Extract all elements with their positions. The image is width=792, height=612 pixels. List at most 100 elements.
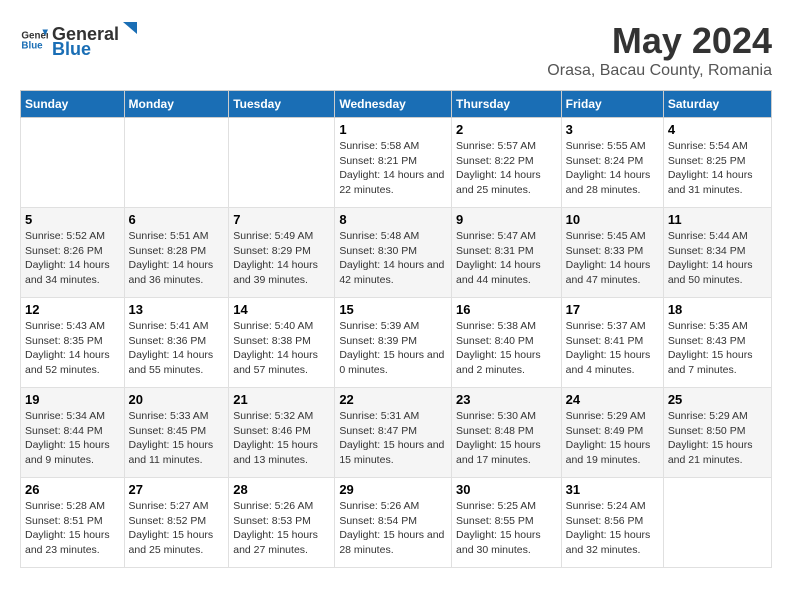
calendar-cell: 10Sunrise: 5:45 AMSunset: 8:33 PMDayligh…	[561, 208, 663, 298]
calendar-week-row: 1Sunrise: 5:58 AMSunset: 8:21 PMDaylight…	[21, 118, 772, 208]
day-info: Sunrise: 5:33 AMSunset: 8:45 PMDaylight:…	[129, 409, 225, 468]
day-info: Sunrise: 5:58 AMSunset: 8:21 PMDaylight:…	[339, 139, 447, 198]
calendar-cell: 4Sunrise: 5:54 AMSunset: 8:25 PMDaylight…	[663, 118, 771, 208]
day-info: Sunrise: 5:24 AMSunset: 8:56 PMDaylight:…	[566, 499, 659, 558]
calendar-cell: 11 Sunrise: 5:44 AMSunset: 8:34 PMDayligh…	[663, 208, 771, 298]
day-number: 9	[456, 212, 557, 227]
day-number: 23	[456, 392, 557, 407]
title-area: May 2024 Orasa, Bacau County, Romania	[547, 20, 772, 80]
calendar-cell	[124, 118, 229, 208]
calendar-cell: 3 Sunrise: 5:55 AMSunset: 8:24 PMDaylight…	[561, 118, 663, 208]
day-number: 21	[233, 392, 330, 407]
calendar-week-row: 12Sunrise: 5:43 AMSunset: 8:35 PMDayligh…	[21, 298, 772, 388]
day-info: Sunrise: 5:44 AMSunset: 8:34 PMDaylight:…	[668, 229, 767, 288]
day-number: 28	[233, 482, 330, 497]
calendar-cell: 19 Sunrise: 5:34 AMSunset: 8:44 PMDayligh…	[21, 388, 125, 478]
calendar-cell: 16 Sunrise: 5:38 AMSunset: 8:40 PMDayligh…	[452, 298, 562, 388]
day-info: Sunrise: 5:48 AMSunset: 8:30 PMDaylight:…	[339, 229, 447, 288]
day-number: 25	[668, 392, 767, 407]
day-info: Sunrise: 5:27 AMSunset: 8:52 PMDaylight:…	[129, 499, 225, 558]
day-info: Sunrise: 5:54 AMSunset: 8:25 PMDaylight:…	[668, 139, 767, 198]
day-number: 2	[456, 122, 557, 137]
calendar-cell: 20 Sunrise: 5:33 AMSunset: 8:45 PMDayligh…	[124, 388, 229, 478]
day-info: Sunrise: 5:49 AMSunset: 8:29 PMDaylight:…	[233, 229, 330, 288]
column-header-thursday: Thursday	[452, 91, 562, 118]
day-number: 10	[566, 212, 659, 227]
svg-text:Blue: Blue	[21, 40, 43, 51]
calendar-cell: 15 Sunrise: 5:39 AMSunset: 8:39 PMDayligh…	[335, 298, 452, 388]
day-number: 22	[339, 392, 447, 407]
page-title: May 2024	[547, 20, 772, 62]
day-number: 20	[129, 392, 225, 407]
day-info: Sunrise: 5:34 AMSunset: 8:44 PMDaylight:…	[25, 409, 120, 468]
day-number: 16	[456, 302, 557, 317]
calendar-cell: 1Sunrise: 5:58 AMSunset: 8:21 PMDaylight…	[335, 118, 452, 208]
day-info: Sunrise: 5:38 AMSunset: 8:40 PMDaylight:…	[456, 319, 557, 378]
calendar-cell: 14 Sunrise: 5:40 AMSunset: 8:38 PMDayligh…	[229, 298, 335, 388]
day-number: 15	[339, 302, 447, 317]
day-number: 17	[566, 302, 659, 317]
day-number: 7	[233, 212, 330, 227]
calendar-week-row: 5 Sunrise: 5:52 AMSunset: 8:26 PMDaylight…	[21, 208, 772, 298]
calendar-cell: 5 Sunrise: 5:52 AMSunset: 8:26 PMDaylight…	[21, 208, 125, 298]
day-info: Sunrise: 5:29 AMSunset: 8:49 PMDaylight:…	[566, 409, 659, 468]
calendar-cell: 17Sunrise: 5:37 AMSunset: 8:41 PMDayligh…	[561, 298, 663, 388]
calendar-cell	[663, 478, 771, 568]
calendar-cell: 2 Sunrise: 5:57 AMSunset: 8:22 PMDaylight…	[452, 118, 562, 208]
calendar-cell	[229, 118, 335, 208]
day-info: Sunrise: 5:28 AMSunset: 8:51 PMDaylight:…	[25, 499, 120, 558]
day-info: Sunrise: 5:55 AMSunset: 8:24 PMDaylight:…	[566, 139, 659, 198]
calendar-cell: 30 Sunrise: 5:25 AMSunset: 8:55 PMDayligh…	[452, 478, 562, 568]
day-number: 24	[566, 392, 659, 407]
calendar-cell: 13 Sunrise: 5:41 AMSunset: 8:36 PMDayligh…	[124, 298, 229, 388]
calendar-cell	[21, 118, 125, 208]
day-info: Sunrise: 5:25 AMSunset: 8:55 PMDaylight:…	[456, 499, 557, 558]
day-number: 18	[668, 302, 767, 317]
calendar-week-row: 26 Sunrise: 5:28 AMSunset: 8:51 PMDayligh…	[21, 478, 772, 568]
day-number: 30	[456, 482, 557, 497]
column-header-monday: Monday	[124, 91, 229, 118]
day-info: Sunrise: 5:51 AMSunset: 8:28 PMDaylight:…	[129, 229, 225, 288]
day-info: Sunrise: 5:52 AMSunset: 8:26 PMDaylight:…	[25, 229, 120, 288]
day-info: Sunrise: 5:31 AMSunset: 8:47 PMDaylight:…	[339, 409, 447, 468]
day-info: Sunrise: 5:40 AMSunset: 8:38 PMDaylight:…	[233, 319, 330, 378]
day-number: 3	[566, 122, 659, 137]
day-info: Sunrise: 5:43 AMSunset: 8:35 PMDaylight:…	[25, 319, 120, 378]
calendar-table: SundayMondayTuesdayWednesdayThursdayFrid…	[20, 90, 772, 568]
calendar-cell: 26 Sunrise: 5:28 AMSunset: 8:51 PMDayligh…	[21, 478, 125, 568]
calendar-cell: 29Sunrise: 5:26 AMSunset: 8:54 PMDayligh…	[335, 478, 452, 568]
logo-icon: General Blue	[20, 26, 48, 54]
day-info: Sunrise: 5:30 AMSunset: 8:48 PMDaylight:…	[456, 409, 557, 468]
calendar-cell: 27 Sunrise: 5:27 AMSunset: 8:52 PMDayligh…	[124, 478, 229, 568]
day-info: Sunrise: 5:41 AMSunset: 8:36 PMDaylight:…	[129, 319, 225, 378]
calendar-cell: 9 Sunrise: 5:47 AMSunset: 8:31 PMDaylight…	[452, 208, 562, 298]
column-header-tuesday: Tuesday	[229, 91, 335, 118]
calendar-cell: 7 Sunrise: 5:49 AMSunset: 8:29 PMDaylight…	[229, 208, 335, 298]
day-info: Sunrise: 5:26 AMSunset: 8:54 PMDaylight:…	[339, 499, 447, 558]
column-header-wednesday: Wednesday	[335, 91, 452, 118]
day-info: Sunrise: 5:29 AMSunset: 8:50 PMDaylight:…	[668, 409, 767, 468]
logo-triangle	[119, 20, 139, 40]
day-info: Sunrise: 5:39 AMSunset: 8:39 PMDaylight:…	[339, 319, 447, 378]
day-number: 27	[129, 482, 225, 497]
day-number: 14	[233, 302, 330, 317]
page-subtitle: Orasa, Bacau County, Romania	[547, 62, 772, 80]
day-number: 11	[668, 212, 767, 227]
logo: General Blue General Blue	[20, 20, 139, 60]
page-header: General Blue General Blue May 2024 Orasa…	[20, 20, 772, 80]
day-number: 13	[129, 302, 225, 317]
day-info: Sunrise: 5:57 AMSunset: 8:22 PMDaylight:…	[456, 139, 557, 198]
calendar-cell: 23 Sunrise: 5:30 AMSunset: 8:48 PMDayligh…	[452, 388, 562, 478]
calendar-cell: 24 Sunrise: 5:29 AMSunset: 8:49 PMDayligh…	[561, 388, 663, 478]
column-header-sunday: Sunday	[21, 91, 125, 118]
day-number: 8	[339, 212, 447, 227]
calendar-cell: 28Sunrise: 5:26 AMSunset: 8:53 PMDayligh…	[229, 478, 335, 568]
day-info: Sunrise: 5:47 AMSunset: 8:31 PMDaylight:…	[456, 229, 557, 288]
calendar-cell: 25 Sunrise: 5:29 AMSunset: 8:50 PMDayligh…	[663, 388, 771, 478]
day-info: Sunrise: 5:35 AMSunset: 8:43 PMDaylight:…	[668, 319, 767, 378]
day-number: 5	[25, 212, 120, 227]
day-number: 19	[25, 392, 120, 407]
day-info: Sunrise: 5:32 AMSunset: 8:46 PMDaylight:…	[233, 409, 330, 468]
day-number: 26	[25, 482, 120, 497]
calendar-cell: 31Sunrise: 5:24 AMSunset: 8:56 PMDayligh…	[561, 478, 663, 568]
